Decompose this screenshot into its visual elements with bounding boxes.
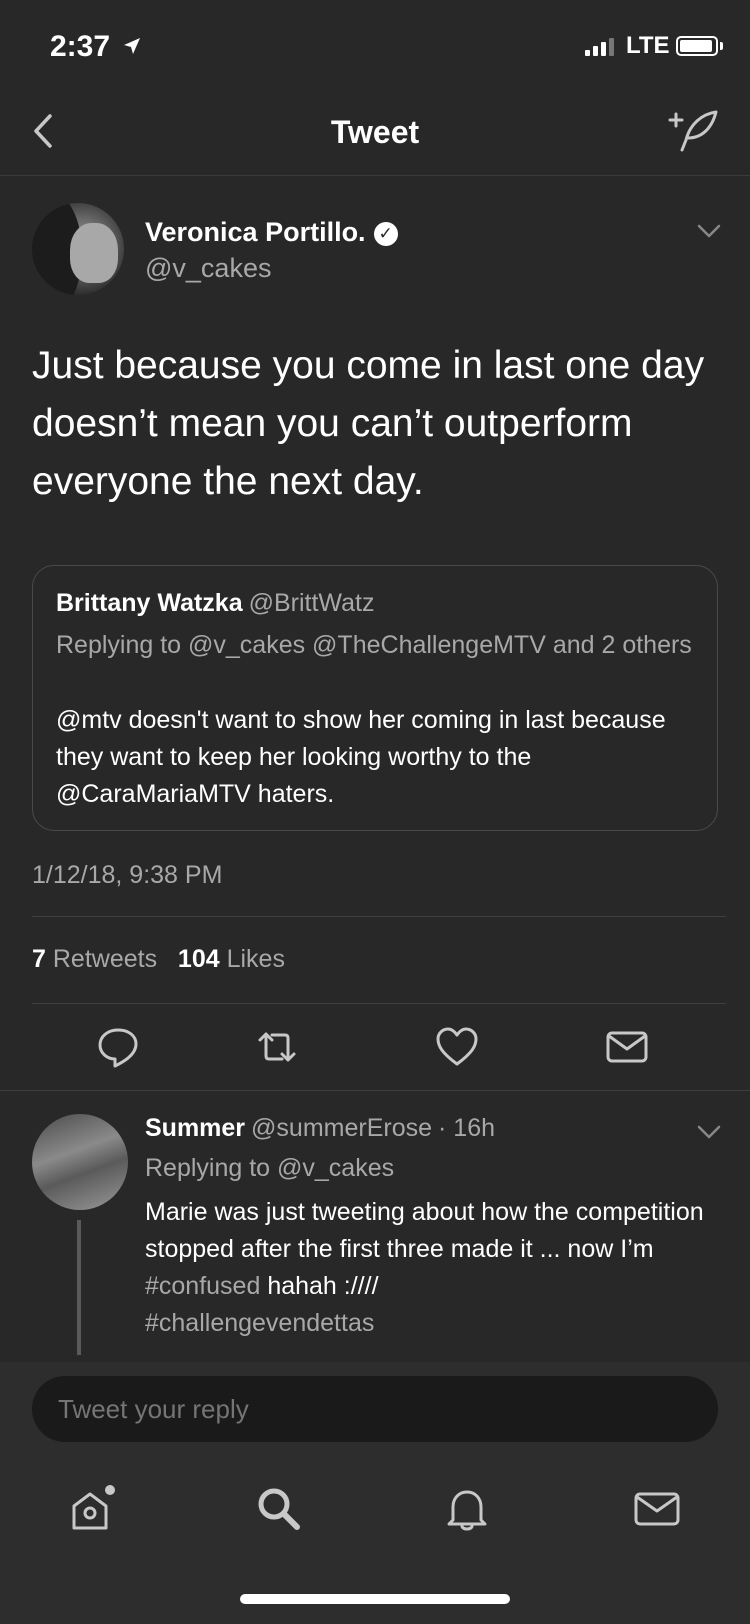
quote-replying-to: Replying to @v_cakes @TheChallengeMTV an… [56, 631, 692, 659]
avatar[interactable] [32, 203, 124, 295]
heart-icon[interactable] [432, 1022, 482, 1072]
status-time: 2:37 [50, 30, 111, 63]
hashtag-link[interactable]: #challengevendettas [145, 1309, 374, 1337]
divider [32, 1003, 726, 1004]
search-icon[interactable] [252, 1482, 306, 1536]
reply-handle: @summerErose [251, 1114, 433, 1142]
quote-text: @mtv doesn't want to show her coming in … [56, 706, 666, 808]
signal-icon [585, 36, 614, 56]
avatar[interactable] [32, 1114, 128, 1210]
home-icon[interactable] [66, 1482, 120, 1536]
chevron-down-icon[interactable] [694, 221, 724, 241]
retweet-icon[interactable] [252, 1022, 302, 1072]
author-name-text: Veronica Portillo. [145, 217, 366, 247]
likes-stat[interactable]: 104 Likes [178, 945, 285, 973]
likes-label: Likes [226, 945, 285, 973]
reply-tweet[interactable]: Summer @summerErose · 16h Replying to @v_c… [0, 1092, 750, 1362]
compose-tweet-icon[interactable] [662, 106, 722, 156]
navbar: Tweet [0, 88, 750, 176]
bell-icon[interactable] [440, 1482, 494, 1536]
reply-input[interactable] [32, 1376, 718, 1442]
author-name[interactable]: Veronica Portillo. ✓ [145, 217, 398, 248]
mail-icon[interactable] [602, 1022, 652, 1072]
divider [32, 916, 726, 917]
hashtag-link[interactable]: #confused [145, 1272, 260, 1300]
carrier-label: LTE [626, 32, 670, 59]
battery-icon [676, 36, 718, 56]
mail-icon[interactable] [630, 1482, 684, 1536]
divider [0, 1090, 750, 1091]
retweets-label: Retweets [52, 945, 158, 973]
tweet-timestamp: 1/12/18, 9:38 PM [32, 861, 223, 889]
page-title: Tweet [330, 114, 420, 150]
reply-author: Summer @summerErose · 16h [145, 1114, 495, 1143]
reply-replying-to: Replying to @v_cakes [145, 1154, 395, 1182]
quote-handle: @BrittWatz [248, 589, 375, 617]
retweets-stat[interactable]: 7 Retweets [32, 945, 157, 973]
reply-icon[interactable] [93, 1022, 143, 1072]
reply-text-end: hahah ://// [260, 1272, 379, 1300]
quoted-tweet[interactable]: Brittany Watzka @BrittWatz Replying to @v… [32, 565, 718, 831]
quote-author: Brittany Watzka @BrittWatz [56, 589, 374, 618]
status-bar: 2:37 LTE [0, 0, 750, 88]
retweets-count: 7 [32, 945, 46, 973]
quote-author-name: Brittany Watzka [56, 589, 243, 617]
home-indicator [240, 1594, 510, 1604]
reply-text-start: Marie was just tweeting about how the co… [145, 1198, 704, 1263]
tweet-stats: 7 Retweets 104 Likes [32, 945, 285, 974]
likes-count: 104 [177, 945, 220, 973]
tweet-text: Just because you come in last one day do… [32, 344, 705, 503]
reply-compose-bar [0, 1362, 750, 1456]
tab-bar [0, 1456, 750, 1624]
battery-tip [720, 42, 723, 50]
chevron-down-icon[interactable] [694, 1122, 724, 1142]
author-handle[interactable]: @v_cakes [145, 253, 271, 284]
location-arrow-icon [124, 38, 140, 54]
verified-icon: ✓ [373, 222, 398, 246]
reply-text: Marie was just tweeting about how the co… [145, 1194, 705, 1342]
reply-time: · 16h [438, 1114, 496, 1142]
thread-line [77, 1220, 81, 1355]
reply-author-name: Summer [145, 1114, 246, 1142]
tweet-actions [0, 1022, 750, 1082]
